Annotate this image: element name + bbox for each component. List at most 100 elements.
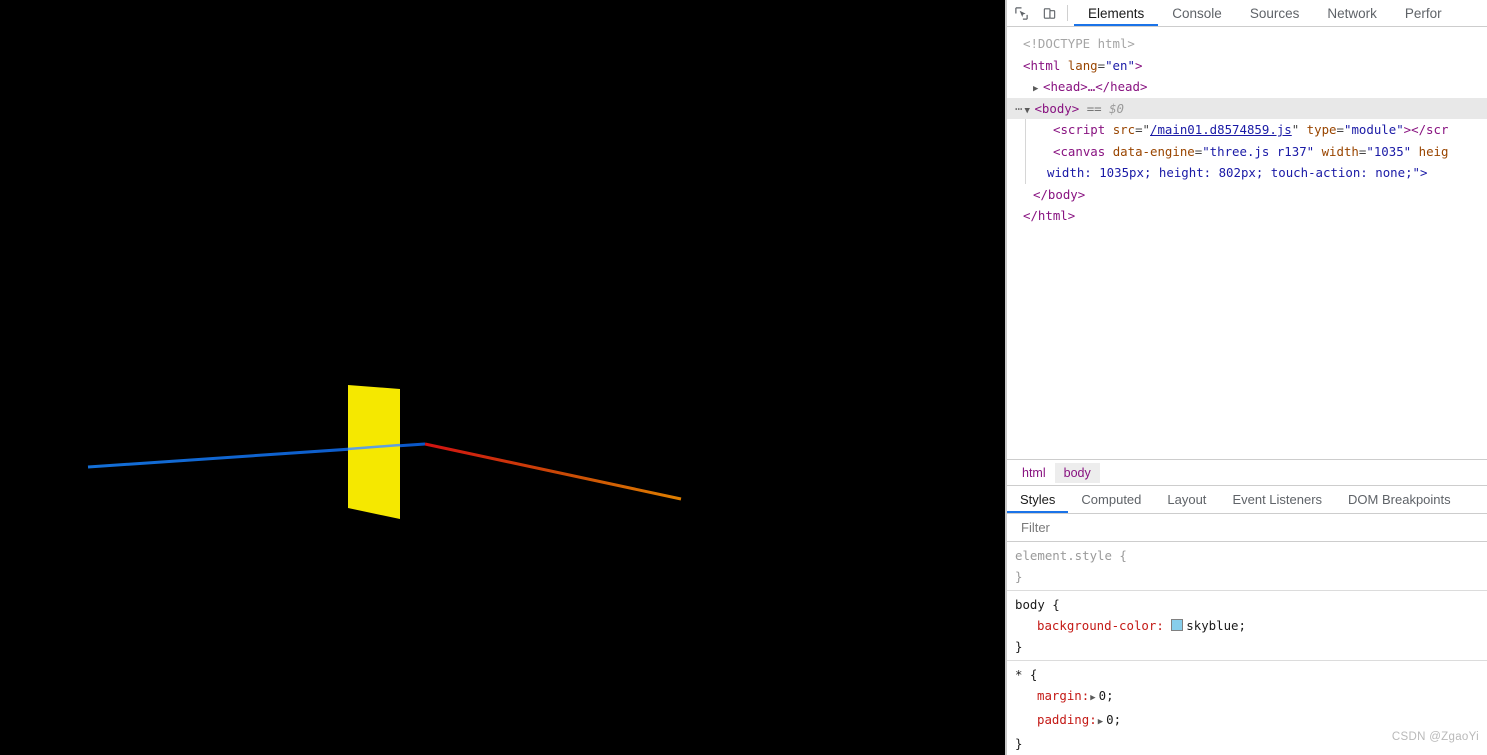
html-close-tag: </html> (1023, 208, 1076, 223)
script-close-tag: ></scr (1403, 122, 1449, 137)
html-open-tag: <html (1023, 57, 1061, 73)
canvas-style-text: width: 1035px; height: 802px; touch-acti… (1047, 165, 1428, 180)
tab-sources[interactable]: Sources (1236, 0, 1314, 26)
property-name[interactable]: margin: (1037, 688, 1089, 703)
canvas-height-attr: heig (1418, 143, 1449, 159)
script-src-attr: src (1112, 122, 1136, 137)
breadcrumb-item-body[interactable]: body (1054, 462, 1100, 483)
eq3: = (1336, 122, 1344, 137)
yellow-plane-mesh (348, 385, 400, 519)
property-value[interactable]: 0; (1099, 688, 1114, 703)
tab-styles[interactable]: Styles (1007, 486, 1069, 513)
dom-row-html-close[interactable]: </html> (1007, 205, 1487, 227)
chevron-right-icon[interactable]: ▶ (1033, 79, 1043, 98)
declaration-padding[interactable]: padding:▶ 0; (1015, 709, 1487, 733)
tab-performance[interactable]: Perfor (1391, 0, 1456, 26)
style-rule-universal[interactable]: * { margin:▶ 0; padding:▶ 0; } (1007, 661, 1487, 755)
dom-row-script[interactable]: <script src="/main01.d8574859.js" type="… (1007, 119, 1487, 141)
html-open-tag-close: > (1134, 57, 1143, 73)
space3 (1102, 101, 1109, 116)
breadcrumb: html body (1007, 459, 1487, 485)
tab-elements[interactable]: Elements (1074, 0, 1159, 26)
toolbar-divider (1067, 5, 1068, 21)
style-rule-selector: element.style { (1015, 545, 1487, 566)
body-close-brace: } (1015, 639, 1023, 654)
selected-node-ref: $0 (1109, 100, 1125, 116)
expand-shorthand-icon[interactable]: ▶ (1090, 688, 1095, 709)
style-rule-close: } (1015, 566, 1487, 587)
style-rule-element-style[interactable]: element.style { } (1007, 542, 1487, 591)
property-value[interactable]: skyblue; (1186, 618, 1246, 633)
dom-row-doctype[interactable]: <!DOCTYPE html> (1007, 33, 1487, 55)
dom-row-body-close[interactable]: </body> (1007, 184, 1487, 206)
inspect-element-icon[interactable] (1007, 0, 1035, 26)
style-rule-selector: * { (1015, 664, 1487, 685)
style-rule-close: } (1015, 733, 1487, 754)
head-collapsed-tag: <head>…</head> (1043, 79, 1148, 94)
canvas-engine-attr: data-engine (1112, 143, 1195, 159)
declaration-margin[interactable]: margin:▶ 0; (1015, 685, 1487, 709)
more-options-icon[interactable]: ⋯ (1015, 101, 1023, 116)
dom-row-body-open[interactable]: ⋯▼ <body> == $0 (1007, 97, 1487, 120)
dom-row-canvas-style[interactable]: width: 1035px; height: 802px; touch-acti… (1007, 162, 1487, 184)
tab-dom-breakpoints[interactable]: DOM Breakpoints (1335, 486, 1464, 513)
tab-console[interactable]: Console (1158, 0, 1236, 26)
body-open-tag: <body> (1034, 100, 1080, 116)
universal-close-brace: } (1015, 736, 1023, 751)
element-style-close-brace: } (1015, 569, 1023, 584)
dom-tree[interactable]: <!DOCTYPE html> <html lang="en"> ▶ <head>… (1007, 27, 1487, 459)
tab-computed[interactable]: Computed (1068, 486, 1154, 513)
selected-node-eq: == (1086, 100, 1102, 116)
equals: = (1097, 57, 1106, 73)
script-type-attr: type (1306, 122, 1337, 137)
tree-guide-line-3 (1025, 162, 1026, 184)
space4 (1105, 122, 1112, 137)
styles-filter-input[interactable] (1009, 519, 1487, 536)
color-swatch-icon[interactable] (1171, 619, 1184, 631)
devtools-tabbar: Elements Console Sources Network Perfor (1007, 0, 1487, 27)
universal-selector-text: * { (1015, 667, 1038, 682)
space5 (1105, 144, 1112, 159)
styles-tabbar: Styles Computed Layout Event Listeners D… (1007, 485, 1487, 514)
three-js-scene[interactable] (0, 0, 1005, 755)
body-selector-text: body { (1015, 597, 1060, 612)
tree-guide-line (1025, 119, 1026, 141)
body-close-tag: </body> (1033, 186, 1086, 202)
tab-layout[interactable]: Layout (1154, 486, 1219, 513)
chevron-down-icon[interactable]: ▼ (1024, 101, 1034, 120)
declaration-background-color[interactable]: background-color: skyblue; (1015, 615, 1487, 636)
style-rule-selector: body { (1015, 594, 1487, 615)
devtools-panel: Elements Console Sources Network Perfor … (1007, 0, 1487, 755)
styles-rules-pane[interactable]: element.style { } body { background-colo… (1007, 542, 1487, 755)
tab-event-listeners[interactable]: Event Listeners (1219, 486, 1335, 513)
space6 (1314, 144, 1321, 159)
property-name[interactable]: padding: (1037, 712, 1097, 727)
canvas-width-attr: width (1321, 143, 1359, 159)
script-open-tag: <script (1053, 122, 1106, 137)
property-value[interactable]: 0; (1106, 712, 1121, 727)
tab-network[interactable]: Network (1313, 0, 1391, 26)
script-type-value: "module" (1343, 122, 1404, 137)
eq2: =" (1135, 122, 1150, 137)
inspect-element-glyph (1014, 6, 1028, 20)
device-toolbar-icon[interactable] (1035, 0, 1063, 26)
tree-guide-line-2 (1025, 140, 1026, 162)
device-toolbar-glyph (1043, 7, 1055, 19)
script-src-link[interactable]: /main01.d8574859.js (1150, 122, 1292, 137)
canvas-width-value: "1035" (1366, 143, 1412, 159)
html-lang-attr: lang (1067, 57, 1098, 73)
dom-row-head[interactable]: ▶ <head>…</head> (1007, 76, 1487, 98)
dom-row-html-open[interactable]: <html lang="en"> (1007, 55, 1487, 77)
breadcrumb-item-html[interactable]: html (1013, 463, 1055, 483)
space2 (1079, 101, 1086, 116)
styles-filter-bar (1007, 514, 1487, 542)
style-rule-body[interactable]: body { background-color: skyblue; } (1007, 591, 1487, 661)
doctype-text: <!DOCTYPE html> (1023, 36, 1135, 51)
three-js-canvas-viewport[interactable] (0, 0, 1005, 755)
expand-shorthand-icon[interactable]: ▶ (1098, 712, 1103, 733)
browser-window: Elements Console Sources Network Perfor … (0, 0, 1487, 755)
property-name[interactable]: background-color: (1037, 618, 1164, 633)
dom-row-canvas[interactable]: <canvas data-engine="three.js r137" widt… (1007, 140, 1487, 162)
x-axis-line (424, 442, 682, 501)
